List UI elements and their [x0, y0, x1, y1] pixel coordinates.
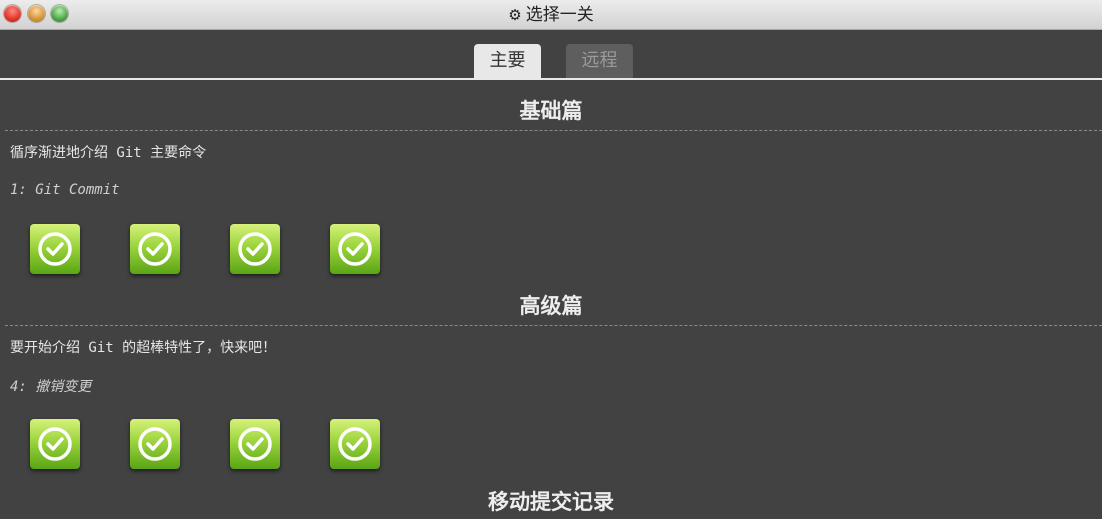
check-circle-icon	[38, 427, 72, 461]
check-circle-icon	[338, 232, 372, 266]
check-circle-icon	[38, 232, 72, 266]
tab-underline	[0, 78, 1102, 80]
check-circle-icon	[238, 427, 272, 461]
level-button[interactable]	[30, 224, 80, 274]
section-title-moving-commits: 移动提交记录	[488, 489, 614, 514]
tab-main[interactable]: 主要	[474, 44, 541, 78]
tab-bar: 主要 远程	[0, 30, 1102, 79]
sequence-name: 1: Git Commit	[10, 182, 120, 198]
check-circle-icon	[338, 427, 372, 461]
section-description: 要开始介绍 Git 的超棒特性了，快来吧！	[10, 340, 277, 356]
level-button[interactable]	[230, 224, 280, 274]
check-circle-icon	[138, 427, 172, 461]
section-divider	[5, 325, 1102, 326]
check-circle-icon	[138, 232, 172, 266]
section-title-basics: 基础篇	[519, 98, 583, 123]
level-button[interactable]	[330, 224, 380, 274]
section-description: 循序渐进地介绍 Git 主要命令	[10, 145, 207, 161]
level-button[interactable]	[230, 419, 280, 469]
window-title-text: 选择一关	[525, 5, 594, 25]
sequence-name: 4: 撤销变更	[10, 379, 92, 395]
section-title-advanced: 高级篇	[519, 293, 583, 318]
tab-remote[interactable]: 远程	[566, 44, 633, 78]
level-button[interactable]	[330, 419, 380, 469]
gear-icon: ⚙	[508, 6, 522, 24]
level-button[interactable]	[130, 419, 180, 469]
window-title: ⚙ 选择一关	[0, 0, 1102, 30]
window-titlebar: ⚙ 选择一关	[0, 0, 1102, 30]
level-button[interactable]	[30, 419, 80, 469]
check-circle-icon	[238, 232, 272, 266]
section-divider	[5, 130, 1102, 131]
level-button[interactable]	[130, 224, 180, 274]
